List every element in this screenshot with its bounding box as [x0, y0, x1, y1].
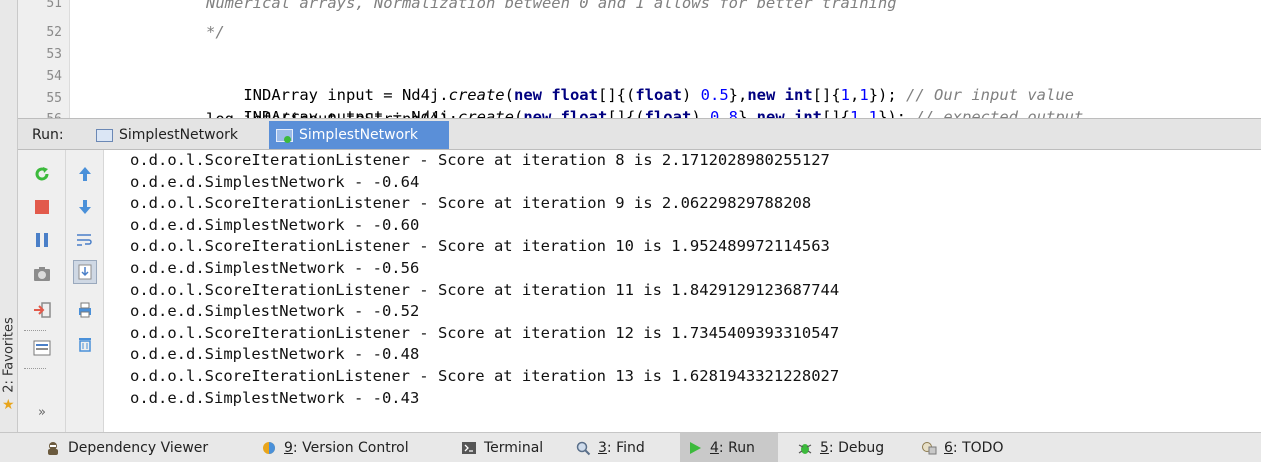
debug-icon: [796, 439, 814, 457]
camera-icon[interactable]: [30, 262, 54, 286]
console-running-icon: [275, 128, 293, 143]
stop-icon[interactable]: [30, 195, 54, 219]
favorites-strip: 2: Favorites ★: [0, 0, 18, 432]
dependency-viewer-button[interactable]: Dependency Viewer: [38, 433, 214, 462]
restore-layout-icon[interactable]: [30, 298, 54, 322]
code-line: INDArray output = Nd4j.create(new float[…: [243, 108, 1084, 118]
vcs-icon: [260, 439, 278, 457]
terminal-icon: [460, 439, 478, 457]
find-icon: [574, 439, 592, 457]
todo-button[interactable]: 6: TODO: [914, 433, 1009, 462]
toolbar-separator: [24, 368, 46, 369]
dependency-icon: [44, 439, 62, 457]
favorites-label: 2: Favorites: [1, 317, 17, 393]
debug-button[interactable]: 5: Debug: [790, 433, 890, 462]
terminal-button[interactable]: Terminal: [454, 433, 549, 462]
more-icon[interactable]: »: [30, 400, 54, 424]
run-console[interactable]: o.d.o.l.ScoreIterationListener - Score a…: [104, 150, 1261, 432]
rerun-icon[interactable]: [30, 162, 54, 186]
run-window-button[interactable]: 4: Run: [680, 433, 778, 462]
run-toolbar-primary: »: [18, 150, 66, 432]
run-tab-simplestnetwork-2[interactable]: SimplestNetwork: [269, 121, 449, 149]
code-editor[interactable]: 51 52 53 54 55 56 Numerical arrays, Norm…: [18, 0, 1261, 118]
console-line: o.d.e.d.SimplestNetwork - -0.48: [130, 345, 420, 363]
soft-wrap-icon[interactable]: [73, 228, 97, 252]
console-line: o.d.e.d.SimplestNetwork - -0.64: [130, 173, 420, 191]
todo-icon: [920, 439, 938, 457]
console-line: o.d.o.l.ScoreIterationListener - Score a…: [130, 151, 830, 169]
layout-icon[interactable]: [30, 336, 54, 360]
favorites-tab[interactable]: 2: Favorites: [1, 300, 17, 410]
line-number: 51: [46, 0, 62, 11]
version-control-button[interactable]: 9: Version Control: [254, 433, 415, 462]
run-tab-simplestnetwork-1[interactable]: SimplestNetwork: [89, 121, 269, 149]
console-line: o.d.o.l.ScoreIterationListener - Score a…: [130, 194, 812, 212]
find-button[interactable]: 3: Find: [568, 433, 651, 462]
line-number: 56: [18, 110, 62, 118]
arrow-down-icon[interactable]: [73, 195, 97, 219]
console-line: o.d.o.l.ScoreIterationListener - Score a…: [130, 324, 840, 342]
scroll-to-end-icon[interactable]: [73, 260, 97, 284]
arrow-up-icon[interactable]: [73, 162, 97, 186]
line-gutter: 51 52 53 54 55 56: [18, 0, 70, 118]
line-number: 55: [46, 91, 62, 106]
code-line: Numerical arrays, Normalization between …: [206, 0, 897, 12]
line-number: 54: [46, 69, 62, 84]
code-line: log.info(input.toString());: [206, 110, 458, 118]
console-line: o.d.e.d.SimplestNetwork - -0.43: [130, 389, 420, 407]
print-icon[interactable]: [73, 298, 97, 322]
code-line: INDArray input = Nd4j.create(new float[]…: [243, 86, 1074, 104]
tool-window-bar: Dependency Viewer 9: Version Control Ter…: [0, 432, 1261, 462]
clear-all-icon[interactable]: [73, 332, 97, 356]
line-number: 53: [46, 47, 62, 62]
star-icon: ★: [2, 397, 15, 413]
run-icon: [686, 439, 704, 457]
run-tab-label: SimplestNetwork: [119, 127, 239, 143]
console-line: o.d.o.l.ScoreIterationListener - Score a…: [130, 281, 840, 299]
console-line: o.d.o.l.ScoreIterationListener - Score a…: [130, 237, 830, 255]
console-line: o.d.e.d.SimplestNetwork - -0.60: [130, 216, 420, 234]
run-toolbar-secondary: [66, 150, 104, 432]
console-icon: [95, 128, 113, 142]
console-line: o.d.o.l.ScoreIterationListener - Score a…: [130, 367, 840, 385]
console-line: o.d.e.d.SimplestNetwork - -0.56: [130, 259, 420, 277]
toolbar-separator: [24, 330, 46, 331]
code-line: */: [206, 23, 225, 41]
line-number: 52: [46, 25, 62, 40]
console-line: o.d.e.d.SimplestNetwork - -0.52: [130, 302, 420, 320]
run-tab-label: SimplestNetwork: [299, 127, 419, 143]
pause-icon[interactable]: [30, 228, 54, 252]
run-label: Run:: [32, 127, 64, 143]
run-tool-header: Run: SimplestNetwork SimplestNetwork: [18, 118, 1261, 150]
